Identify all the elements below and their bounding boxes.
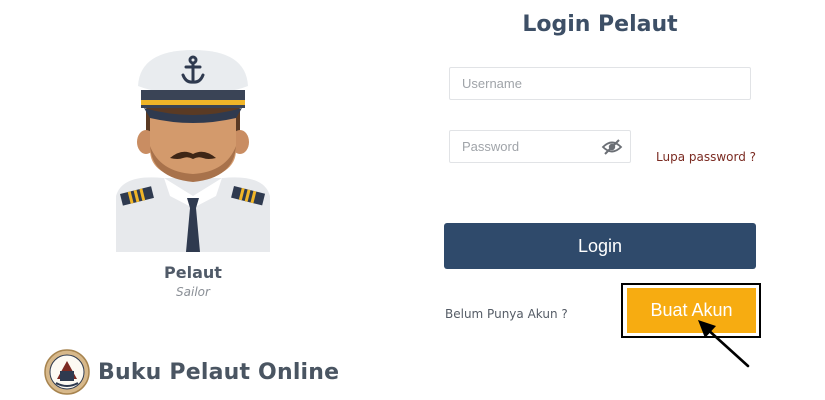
eye-slash-icon[interactable]	[601, 138, 623, 156]
page-title: Login Pelaut	[522, 12, 678, 37]
profile-title: Pelaut	[164, 263, 222, 282]
brand-name: Buku Pelaut Online	[98, 359, 340, 385]
profile-subtitle: Sailor	[176, 285, 210, 299]
no-account-label: Belum Punya Akun ?	[445, 307, 568, 321]
arrow-icon	[698, 320, 750, 368]
login-button[interactable]: Login	[444, 223, 756, 269]
forgot-password-link[interactable]: Lupa password ?	[656, 150, 756, 164]
sailor-avatar-icon	[116, 50, 270, 252]
emblem-logo-icon	[44, 349, 90, 395]
brand: Buku Pelaut Online	[44, 349, 339, 395]
username-input[interactable]	[449, 67, 751, 100]
